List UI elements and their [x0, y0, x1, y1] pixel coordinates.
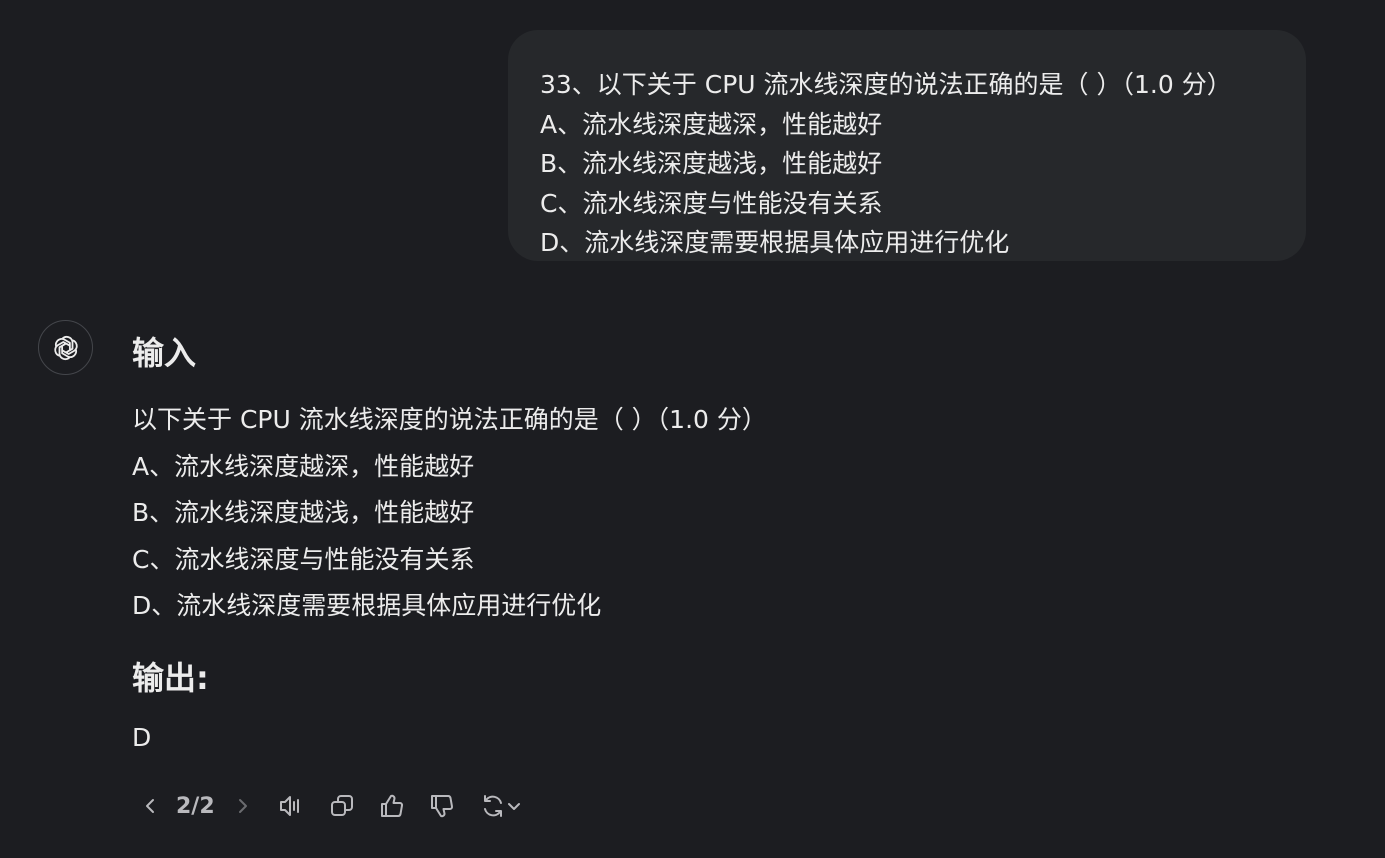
response-page-indicator: 2/2: [176, 793, 215, 819]
user-message-line: D、流水线深度需要根据具体应用进行优化: [540, 228, 1010, 257]
regenerate-icon: [483, 795, 502, 817]
input-line: 以下关于 CPU 流水线深度的说法正确的是（ ）（1.0 分）: [132, 405, 767, 434]
thumbs-up-icon: [380, 794, 403, 817]
input-heading: 输入: [132, 334, 197, 372]
copy-button[interactable]: [327, 786, 357, 826]
user-message-line: A、流水线深度越深，性能越好: [540, 109, 883, 139]
assistant-avatar: [38, 320, 93, 375]
input-line: C、流水线深度与性能没有关系: [132, 544, 475, 574]
chevron-down-icon: [507, 803, 520, 810]
chat-page: 33、以下关于 CPU 流水线深度的说法正确的是（ ）（1.0 分） A、流水线…: [0, 0, 1385, 858]
input-line: A、流水线深度越深，性能越好: [132, 451, 475, 481]
speaker-icon: [279, 796, 299, 816]
input-line: B、流水线深度越浅，性能越好: [132, 498, 475, 527]
thumbs-up-button[interactable]: [377, 786, 407, 826]
thumbs-down-icon: [430, 795, 453, 818]
user-message-bubble: 33、以下关于 CPU 流水线深度的说法正确的是（ ）（1.0 分） A、流水线…: [508, 30, 1306, 261]
chevron-right-icon: [238, 799, 247, 813]
output-heading: 输出:: [132, 659, 209, 697]
user-message-line: C、流水线深度与性能没有关系: [540, 188, 883, 218]
user-message-line: 33、以下关于 CPU 流水线深度的说法正确的是（ ）（1.0 分）: [540, 70, 1232, 99]
copy-icon: [330, 795, 353, 816]
chevron-left-icon: [146, 799, 154, 813]
read-aloud-button[interactable]: [277, 786, 307, 826]
input-line: D、流水线深度需要根据具体应用进行优化: [132, 591, 602, 620]
message-action-bar: 2/2: [136, 786, 525, 826]
previous-response-button[interactable]: [136, 786, 166, 826]
regenerate-button[interactable]: [477, 786, 525, 826]
user-message-line: B、流水线深度越浅，性能越好: [540, 149, 883, 178]
thumbs-down-button[interactable]: [427, 786, 457, 826]
next-response-button[interactable]: [227, 786, 257, 826]
input-content: 以下关于 CPU 流水线深度的说法正确的是（ ）（1.0 分） A、流水线深度越…: [132, 397, 767, 630]
answer-text: D: [132, 723, 152, 752]
openai-logo-icon: [53, 335, 78, 360]
